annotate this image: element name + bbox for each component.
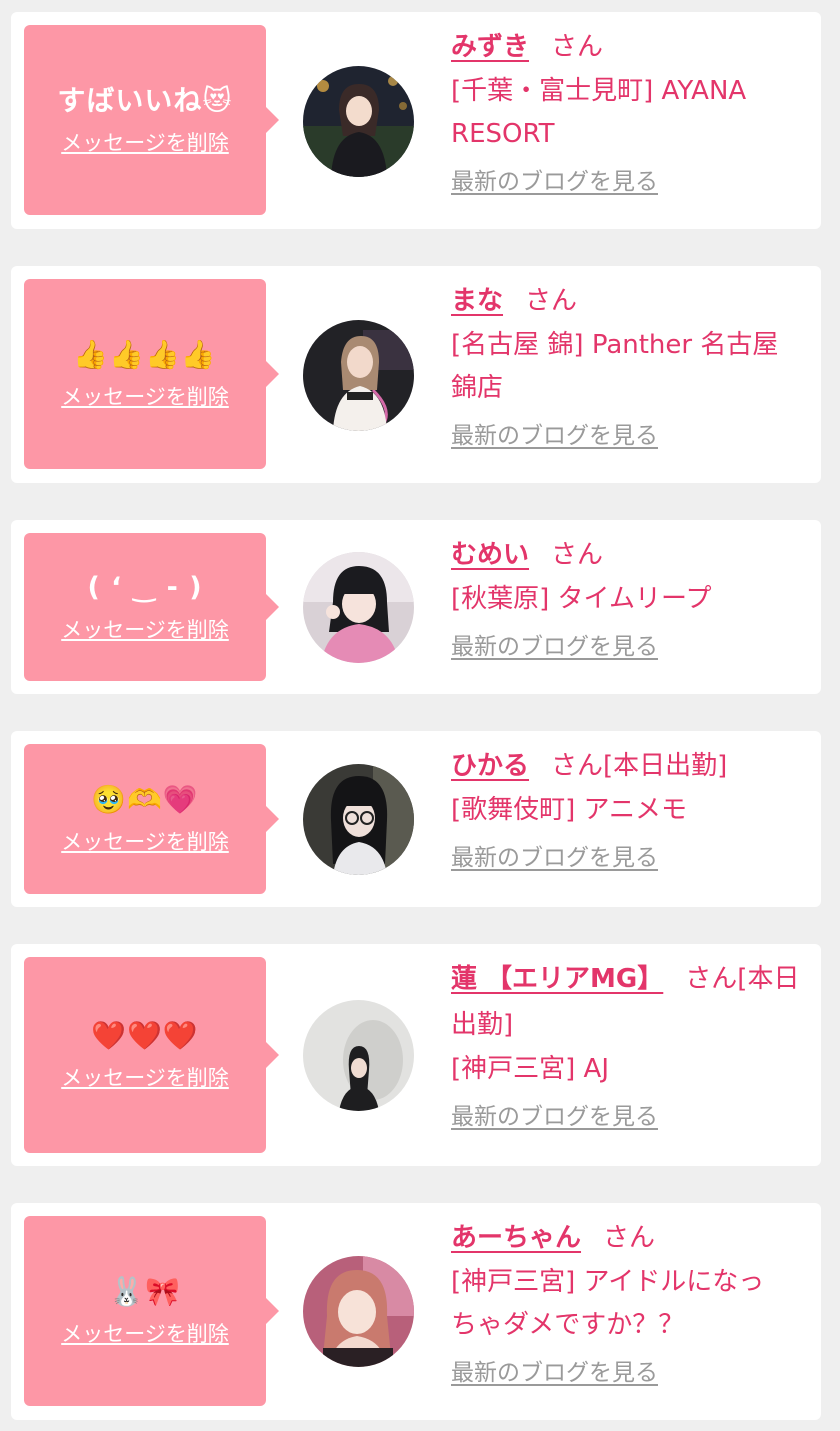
message-text: 🥹🫶💗	[91, 783, 199, 816]
message-text: すばいいね😻	[57, 84, 233, 117]
shop-name: [千葉・富士見町] AYANA RESORT	[451, 70, 807, 156]
avatar[interactable]	[303, 66, 414, 177]
avatar[interactable]	[303, 320, 414, 431]
message-text: ❤️❤️❤️	[91, 1019, 199, 1052]
honorific: さん	[551, 540, 604, 570]
latest-blog-link[interactable]: 最新のブログを見る	[451, 166, 658, 198]
message-text: 🐰🎀	[109, 1275, 181, 1308]
member-name-link[interactable]: あーちゃん	[451, 1223, 581, 1253]
shop-name: [歌舞伎町] アニメモ	[451, 789, 807, 832]
name-line: みずき さん	[451, 24, 807, 70]
shop-name: [秋葉原] タイムリープ	[451, 578, 807, 621]
shop-line: [神戸三宮] アイドルになっ	[451, 1267, 765, 1297]
message-bubble: ( ‘ ‿ ‐ ) メッセージを削除	[24, 533, 279, 681]
name-line: 蓮 【エリアMG】 さん[本日出勤]	[451, 956, 807, 1048]
message-bubble: 🥹🫶💗 メッセージを削除	[24, 744, 279, 894]
name-line: むめい さん	[451, 532, 807, 578]
member-name-link[interactable]: むめい	[451, 540, 529, 570]
honorific: さん	[551, 32, 604, 62]
member-info: むめい さん [秋葉原] タイムリープ 最新のブログを見る	[451, 532, 807, 663]
name-line: あーちゃん さん	[451, 1215, 807, 1261]
message-card: すばいいね😻 メッセージを削除 みずき さん [千葉・富士見町] AYANA RE…	[11, 12, 821, 229]
avatar[interactable]	[303, 764, 414, 875]
message-bubble: すばいいね😻 メッセージを削除	[24, 25, 279, 215]
member-info: みずき さん [千葉・富士見町] AYANA RESORT 最新のブログを見る	[451, 24, 807, 198]
latest-blog-link[interactable]: 最新のブログを見る	[451, 631, 658, 663]
delete-message-link[interactable]: メッセージを削除	[61, 1321, 229, 1347]
message-card: ( ‘ ‿ ‐ ) メッセージを削除 むめい さん [秋葉原] タイムリープ 最新…	[11, 520, 821, 694]
delete-message-link[interactable]: メッセージを削除	[61, 384, 229, 410]
shop-line: ちゃダメですか？？	[451, 1310, 685, 1340]
message-card: 🐰🎀 メッセージを削除 あーちゃん さん [神戸三宮] アイドルになっ ちゃダメで…	[11, 1203, 821, 1420]
shop-line: [千葉・富士見町] AYANA	[451, 76, 747, 106]
shop-name: [名古屋 錦] Panther 名古屋 錦店	[451, 324, 807, 410]
message-card: ❤️❤️❤️ メッセージを削除 蓮 【エリアMG】 さん[本日出勤] [神戸三宮]…	[11, 944, 821, 1166]
member-name-link[interactable]: ひかる	[451, 751, 529, 781]
member-info: まな さん [名古屋 錦] Panther 名古屋 錦店 最新のブログを見る	[451, 278, 807, 452]
delete-message-link[interactable]: メッセージを削除	[61, 1065, 229, 1091]
message-card: 🥹🫶💗 メッセージを削除 ひかる さん[本日出勤] [歌舞伎町] アニメモ 最新の…	[11, 731, 821, 907]
delete-message-link[interactable]: メッセージを削除	[61, 130, 229, 156]
member-info: 蓮 【エリアMG】 さん[本日出勤] [神戸三宮] AJ 最新のブログを見る	[451, 956, 807, 1133]
shop-line: [秋葉原] タイムリープ	[451, 584, 712, 614]
honorific: さん	[525, 286, 578, 316]
avatar[interactable]	[303, 1256, 414, 1367]
member-name-link[interactable]: 蓮 【エリアMG】	[451, 964, 663, 994]
shop-name: [神戸三宮] アイドルになっ ちゃダメですか？？	[451, 1261, 807, 1347]
member-name-link[interactable]: みずき	[451, 32, 529, 62]
shop-line: [名古屋 錦] Panther 名古屋	[451, 330, 779, 360]
message-bubble: 👍👍👍👍 メッセージを削除	[24, 279, 279, 469]
latest-blog-link[interactable]: 最新のブログを見る	[451, 1101, 658, 1133]
latest-blog-link[interactable]: 最新のブログを見る	[451, 420, 658, 452]
avatar[interactable]	[303, 1000, 414, 1111]
message-text: ( ‘ ‿ ‐ )	[87, 572, 203, 603]
message-card: 👍👍👍👍 メッセージを削除 まな さん [名古屋 錦] Panther 名古屋 錦…	[11, 266, 821, 483]
shop-line: [神戸三宮] AJ	[451, 1054, 610, 1084]
latest-blog-link[interactable]: 最新のブログを見る	[451, 1357, 658, 1389]
delete-message-link[interactable]: メッセージを削除	[61, 829, 229, 855]
name-line: まな さん	[451, 278, 807, 324]
avatar[interactable]	[303, 552, 414, 663]
name-line: ひかる さん[本日出勤]	[451, 743, 807, 789]
message-bubble: 🐰🎀 メッセージを削除	[24, 1216, 279, 1406]
honorific: さん	[685, 964, 738, 994]
status-label: [本日出勤]	[603, 751, 728, 781]
latest-blog-link[interactable]: 最新のブログを見る	[451, 842, 658, 874]
message-text: 👍👍👍👍	[73, 338, 217, 371]
message-bubble: ❤️❤️❤️ メッセージを削除	[24, 957, 279, 1153]
member-name-link[interactable]: まな	[451, 286, 503, 316]
member-info: あーちゃん さん [神戸三宮] アイドルになっ ちゃダメですか？？ 最新のブログを…	[451, 1215, 807, 1389]
member-info: ひかる さん[本日出勤] [歌舞伎町] アニメモ 最新のブログを見る	[451, 743, 807, 874]
shop-line: [歌舞伎町] アニメモ	[451, 795, 688, 825]
shop-line: RESORT	[451, 119, 555, 149]
honorific: さん	[603, 1223, 656, 1253]
shop-line: 錦店	[451, 373, 504, 403]
honorific: さん	[551, 751, 604, 781]
shop-name: [神戸三宮] AJ	[451, 1048, 807, 1091]
delete-message-link[interactable]: メッセージを削除	[61, 617, 229, 643]
